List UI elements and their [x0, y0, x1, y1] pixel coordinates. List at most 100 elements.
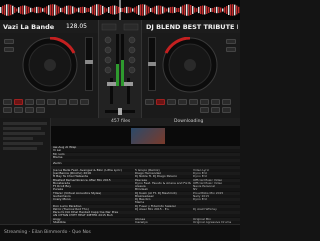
waveform-bar [150, 8, 152, 12]
folder-item[interactable] [3, 147, 37, 150]
mixer-graphic [101, 23, 139, 115]
waveform-bar [104, 7, 106, 13]
waveform-bar [162, 6, 164, 14]
waveform-bar [126, 6, 128, 14]
waveform-bar [238, 6, 240, 14]
right-pad-7[interactable] [200, 107, 209, 113]
waveform-bar [178, 7, 180, 13]
waveform-bar [132, 8, 134, 12]
left-pad-10[interactable] [36, 107, 45, 113]
right-pad-3[interactable] [189, 99, 198, 105]
waveform-bar [44, 7, 46, 13]
waveform-bar [234, 4, 236, 16]
left-pitch-handle[interactable] [85, 60, 93, 64]
left-sync-button[interactable] [4, 39, 14, 44]
left-jog-wheel[interactable] [22, 37, 78, 93]
waveform-bar [122, 8, 124, 12]
waveform-bar [190, 4, 192, 16]
right-pad-1[interactable] [167, 99, 176, 105]
right-mid-knob [128, 56, 136, 64]
waveform-bar [184, 4, 186, 16]
waveform-overview[interactable] [0, 0, 240, 20]
waveform-bar [106, 8, 108, 12]
waveform-bar [208, 6, 210, 14]
waveform-bar [128, 6, 130, 14]
waveform-bar [216, 6, 218, 14]
right-deck-title: DJ BLEND BEST TRIBUTE EVER [146, 23, 238, 31]
waveform-graphic [0, 0, 240, 20]
waveform-bar [66, 5, 68, 15]
waveform-bar [108, 7, 110, 13]
waveform-bar [42, 8, 44, 12]
folder-item[interactable] [3, 142, 43, 145]
waveform-bar [52, 4, 54, 16]
left-pad-2[interactable] [36, 99, 45, 105]
waveform-bar [46, 6, 48, 14]
right-pad-8[interactable] [211, 107, 220, 113]
waveform-bar [176, 7, 178, 13]
right-sync-button[interactable] [226, 39, 236, 44]
left-pitch-slider[interactable] [85, 37, 93, 91]
left-cue-button[interactable] [3, 99, 12, 105]
left-pad-1[interactable] [25, 99, 34, 105]
right-pad-2[interactable] [178, 99, 187, 105]
right-jog-wheel[interactable] [162, 37, 218, 93]
waveform-bar [228, 4, 230, 16]
waveform-bar [214, 7, 216, 13]
waveform-bar [118, 6, 120, 14]
waveform-bar [166, 8, 168, 12]
waveform-bar [38, 6, 40, 14]
left-pad-5[interactable] [69, 99, 78, 105]
right-pitch-slider[interactable] [148, 37, 156, 91]
waveform-bar [36, 6, 38, 14]
left-play-button[interactable] [14, 99, 23, 105]
left-low-knob [104, 66, 112, 74]
waveform-bar [78, 7, 80, 13]
folder-item[interactable] [3, 122, 47, 125]
waveform-bar [188, 4, 190, 16]
folder-item[interactable] [3, 132, 45, 135]
left-loop-button[interactable] [4, 47, 14, 52]
right-pads [142, 97, 240, 117]
waveform-bar [92, 5, 94, 15]
waveform-bar [8, 4, 10, 16]
right-pad-4[interactable] [200, 99, 209, 105]
right-play-button[interactable] [156, 99, 165, 105]
browser-panel: 457 files Downloading Aw-Aug AI Wisp Vi L… [0, 118, 240, 241]
left-pad-9[interactable] [25, 107, 34, 113]
left-deck-title: Vazi La Bande [3, 23, 55, 31]
right-pad-6[interactable] [222, 99, 231, 105]
right-high-knob [128, 46, 136, 54]
waveform-bar [28, 6, 30, 14]
folder-item[interactable] [3, 137, 33, 140]
waveform-bar [94, 4, 96, 16]
waveform-bar [156, 5, 158, 15]
folder-tree[interactable] [0, 118, 51, 224]
left-pad-6[interactable] [80, 99, 89, 105]
waveform-bar [112, 5, 114, 15]
waveform-bar [186, 4, 188, 16]
right-loop-button[interactable] [226, 47, 236, 52]
waveform-bar [16, 8, 18, 12]
left-pad-3[interactable] [47, 99, 56, 105]
waveform-bar [164, 7, 166, 13]
status-bar: Streaming - Eilan Bimmerdo - Que Nos [0, 224, 240, 241]
left-pad-4[interactable] [58, 99, 67, 105]
waveform-bar [48, 5, 50, 15]
waveform-bar [72, 6, 74, 14]
left-pad-7[interactable] [3, 107, 12, 113]
album-art-strip [51, 126, 240, 146]
left-pad-8[interactable] [14, 107, 23, 113]
waveform-bar [210, 8, 212, 12]
waveform-bar [158, 5, 160, 15]
right-volume-fader [127, 78, 130, 104]
right-cue-button[interactable] [145, 99, 154, 105]
right-pad-9[interactable] [222, 107, 231, 113]
folder-item[interactable] [3, 127, 41, 130]
waveform-bar [220, 7, 222, 13]
waveform-bar [32, 8, 34, 12]
right-pad-5[interactable] [211, 99, 220, 105]
right-pitch-handle[interactable] [148, 62, 156, 66]
downloading-tab[interactable]: Downloading [174, 119, 203, 124]
left-pads [0, 97, 98, 117]
